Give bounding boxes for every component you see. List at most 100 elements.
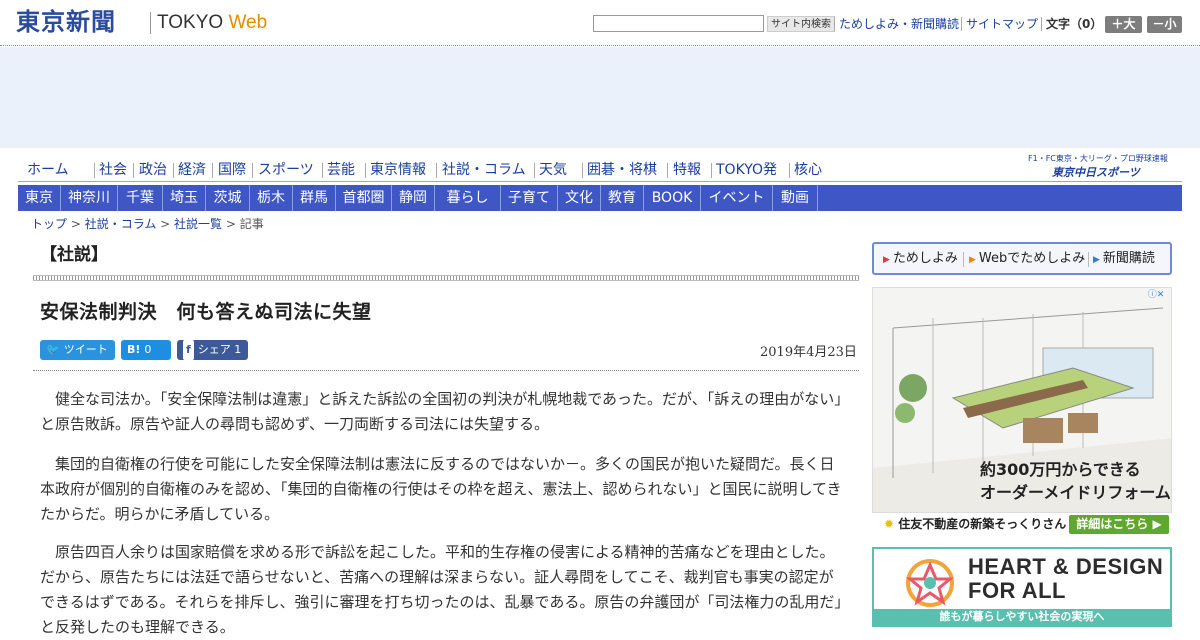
ad-copy-line1: 約300万円からできる — [980, 460, 1141, 479]
nav-divider — [173, 163, 174, 178]
arrow-right-icon: ▶ — [1152, 517, 1162, 531]
ad-brand-name: 住友不動産の新築そっくりさん — [898, 517, 1067, 531]
logo-sub-text: TOKYO — [157, 12, 229, 33]
breadcrumb: トップ > 社説・コラム > 社説一覧 > 記事 — [31, 217, 264, 231]
region-kosodate[interactable]: 子育て — [501, 185, 558, 211]
nav-divider — [133, 163, 134, 178]
region-kurashi[interactable]: 暮らし — [435, 185, 501, 211]
nav-politics[interactable]: 政治 — [139, 162, 167, 178]
tab-divider — [1088, 252, 1089, 267]
tokyo-web-logo[interactable]: TOKYO Web — [157, 12, 267, 34]
site-search-input[interactable] — [593, 15, 764, 32]
nav-core[interactable]: 核心 — [794, 162, 822, 178]
font-smaller-button[interactable]: －小 — [1147, 16, 1182, 33]
nav-tokyo-hatsu[interactable]: TOKYO発 — [716, 162, 777, 178]
region-event[interactable]: イベント — [701, 185, 773, 211]
site-logo[interactable]: 東京新聞 — [16, 8, 116, 36]
font-size-label: 文字（0） — [1046, 17, 1103, 31]
article-title: 安保法制判決 何も答えぬ司法に失望 — [40, 301, 372, 323]
chunichi-sports-logo[interactable]: 東京中日スポーツ — [1052, 166, 1140, 179]
nav-entertainment[interactable]: 芸能 — [327, 162, 355, 178]
nav-special-report[interactable]: 特報 — [673, 162, 701, 178]
tab-divider — [963, 252, 964, 267]
arrow-right-icon: ▶ — [969, 255, 976, 265]
ad-copy[interactable]: 約300万円からできるオーダーメイドリフォーム — [980, 458, 1171, 504]
header-link-divider — [834, 17, 835, 31]
nav-tokyo-info[interactable]: 東京情報 — [370, 162, 426, 178]
tab-web-trial-read[interactable]: ▶ Webでためしよみ — [969, 250, 1085, 269]
ad-brand[interactable]: ✹ 住友不動産の新築そっくりさん — [884, 517, 1066, 532]
tab-trial-read-label: ためしよみ — [892, 251, 958, 266]
breadcrumb-separator: > — [156, 217, 175, 231]
nav-divider — [789, 163, 790, 178]
tweet-button[interactable]: 🐦 ツイート — [40, 340, 115, 360]
region-saitama[interactable]: 埼玉 — [163, 185, 206, 211]
chunichi-sports-tagline[interactable]: F1・FC東京・大リーグ・プロ野球速報 — [1028, 154, 1168, 164]
ad-heart-design-line2: FOR ALL — [968, 578, 1066, 603]
nav-home[interactable]: ホーム — [27, 162, 69, 178]
facebook-f-icon: f — [183, 340, 194, 360]
region-tokyo[interactable]: 東京 — [18, 185, 61, 211]
nav-society[interactable]: 社会 — [99, 162, 127, 178]
region-chiba[interactable]: 千葉 — [118, 185, 163, 211]
nav-editorial-column[interactable]: 社説・コラム — [442, 162, 526, 178]
region-book[interactable]: BOOK — [644, 185, 701, 211]
article-paragraph: 原告四百人余りは国家賠償を求める形で訴訟を起こした。平和的生存権の侵害による精神… — [40, 543, 842, 636]
article-date: 2019年4月23日 — [760, 345, 857, 360]
region-shizuoka[interactable]: 静岡 — [392, 185, 435, 211]
nav-divider — [365, 163, 366, 178]
region-tochigi[interactable]: 栃木 — [250, 185, 293, 211]
section-title: 【社説】 — [40, 245, 108, 265]
region-video[interactable]: 動画 — [773, 185, 818, 211]
sun-icon: ✹ — [884, 517, 895, 531]
hatena-count: 0 — [144, 343, 152, 356]
header-link-divider — [1041, 17, 1042, 31]
font-bigger-button[interactable]: ＋大 — [1105, 16, 1142, 33]
region-navigation: 東京 神奈川 千葉 埼玉 茨城 栃木 群馬 首都圏 静岡 暮らし 子育て 文化 … — [18, 185, 1182, 211]
article-paragraph: 集団的自衛権の行使を可能にした安全保障法制は憲法に反するのではないか－。多くの国… — [40, 455, 842, 523]
breadcrumb-editorial-list[interactable]: 社説一覧 — [174, 217, 222, 231]
tab-trial-read[interactable]: ▶ ためしよみ — [883, 250, 958, 269]
site-header: 東京新聞 TOKYO Web サイト内検索 ためしよみ・新聞購読 サイトマップ … — [0, 0, 1200, 46]
nav-international[interactable]: 国際 — [218, 162, 246, 178]
breadcrumb-top[interactable]: トップ — [31, 217, 67, 231]
nav-go-shogi[interactable]: 囲碁・将棋 — [587, 162, 657, 178]
nav-divider — [252, 163, 253, 178]
breadcrumb-current: 記事 — [239, 217, 264, 231]
ad-tagline-strip: 誰もが暮らしやすい社会の実現へ — [874, 609, 1170, 625]
ad-cta-label: 詳細はこちら — [1076, 517, 1149, 531]
site-search-button[interactable]: サイト内検索 — [767, 16, 835, 32]
ad-copy-line2: オーダーメイドリフォーム — [980, 483, 1171, 502]
nav-divider — [436, 163, 437, 178]
region-kanagawa[interactable]: 神奈川 — [61, 185, 118, 211]
region-ibaraki[interactable]: 茨城 — [206, 185, 250, 211]
sitemap-link[interactable]: サイトマップ — [966, 16, 1038, 32]
twitter-bird-icon: 🐦 — [46, 343, 60, 356]
tab-subscribe[interactable]: ▶ 新聞購読 — [1093, 250, 1155, 269]
heart-design-logo-icon — [905, 559, 955, 607]
ad-details-button[interactable]: 詳細はこちら ▶ — [1069, 515, 1169, 534]
section-divider — [33, 275, 859, 281]
region-bunka[interactable]: 文化 — [558, 185, 601, 211]
tab-subscribe-label: 新聞購読 — [1102, 251, 1155, 266]
nav-divider — [667, 163, 668, 178]
nav-weather[interactable]: 天気 — [539, 162, 567, 178]
article-paragraph: 健全な司法か。「安全保障法制は違憲」と訴えた訴訟の全国初の判決が札幌地裁であった… — [40, 390, 842, 433]
region-kyoiku[interactable]: 教育 — [601, 185, 644, 211]
adchoices-icon[interactable]: ⓘ✕ — [1142, 289, 1170, 302]
breadcrumb-editorial-column[interactable]: 社説・コラム — [85, 217, 157, 231]
hatena-bookmark-button[interactable]: B! 0 — [121, 340, 171, 360]
region-gunma[interactable]: 群馬 — [293, 185, 336, 211]
arrow-right-icon: ▶ — [1093, 255, 1100, 265]
breadcrumb-separator: > — [67, 217, 85, 231]
facebook-share-count: 1 — [234, 343, 242, 356]
facebook-share-button[interactable]: f シェア 1 — [177, 340, 248, 360]
nav-economy[interactable]: 経済 — [178, 162, 206, 178]
trial-subscribe-link[interactable]: ためしよみ・新聞購読 — [839, 16, 959, 32]
nav-divider — [582, 163, 583, 178]
ad-heart-design-line1: HEART & DESIGN — [968, 554, 1164, 579]
top-ad-slot — [0, 47, 1200, 148]
nav-divider — [322, 163, 323, 178]
nav-sports[interactable]: スポーツ — [258, 162, 314, 178]
region-shutoken[interactable]: 首都圏 — [336, 185, 392, 211]
